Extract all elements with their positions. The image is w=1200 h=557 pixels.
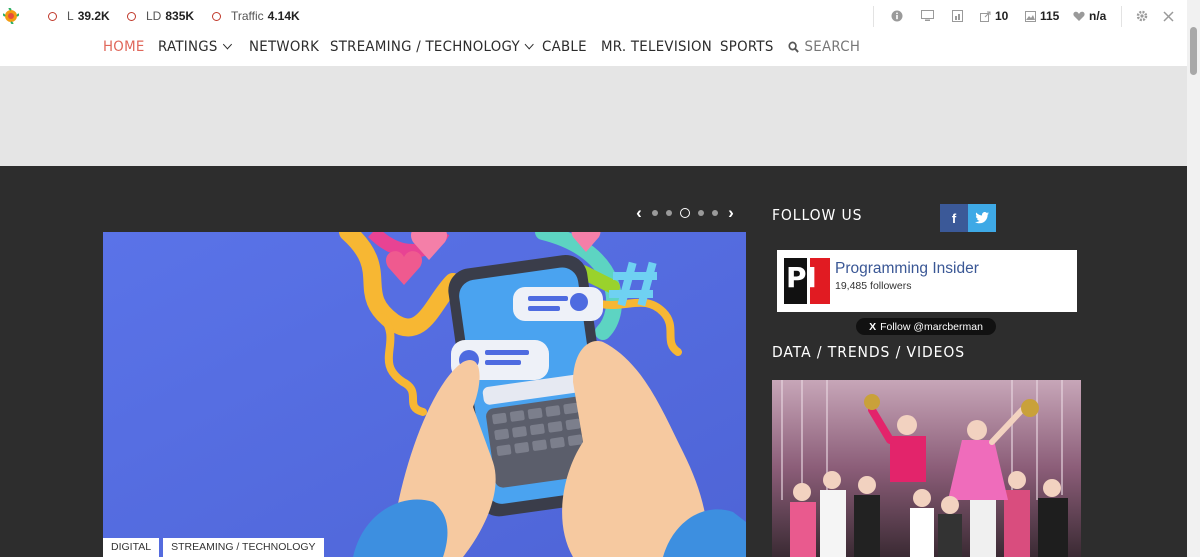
- slider-dot[interactable]: [652, 210, 658, 216]
- nav-mr-television[interactable]: MR. TELEVISION: [601, 39, 712, 55]
- metric-l[interactable]: L 39.2K: [48, 9, 110, 23]
- external-links-stat[interactable]: 10: [980, 9, 1008, 23]
- slider-controls: ‹ ›: [634, 204, 736, 221]
- twitter-button[interactable]: [968, 204, 996, 232]
- status-ring-icon: [127, 11, 136, 21]
- nav-network[interactable]: NETWORK: [249, 39, 319, 55]
- ad-placeholder: [0, 66, 1187, 166]
- programming-insider-logo: PI: [784, 258, 830, 304]
- celebration-photo: [772, 380, 1081, 557]
- nav-home[interactable]: HOME: [103, 39, 145, 55]
- images-stat[interactable]: 115: [1025, 9, 1059, 23]
- page-scrollbar[interactable]: [1187, 0, 1200, 557]
- hero-tags: DIGITAL STREAMING / TECHNOLOGY: [103, 538, 324, 557]
- facebook-icon: f: [951, 210, 957, 226]
- chevron-down-icon: [222, 39, 232, 50]
- divider: [1121, 6, 1122, 27]
- nav-ratings-label: RATINGS: [158, 39, 218, 55]
- slider-dot[interactable]: [712, 210, 718, 216]
- nav-streaming-label: STREAMING / TECHNOLOGY: [330, 39, 520, 55]
- x-follow-label: Follow @marcberman: [880, 320, 983, 333]
- tag-digital[interactable]: DIGITAL: [103, 538, 160, 557]
- hero-image[interactable]: [103, 232, 746, 557]
- programming-insider-card[interactable]: PI Programming Insider 19,485 followers: [777, 250, 1077, 312]
- slider-dot-active[interactable]: [680, 208, 690, 218]
- slider-dot[interactable]: [698, 210, 704, 216]
- dancing-with-the-stars-photo[interactable]: [772, 380, 1081, 557]
- slider-dot[interactable]: [666, 210, 672, 216]
- page-icon[interactable]: [950, 9, 964, 23]
- x-logo-icon: X: [869, 320, 877, 333]
- gear-icon[interactable]: [1135, 9, 1149, 23]
- nav-ratings[interactable]: RATINGS: [158, 39, 232, 55]
- tag-streaming-technology[interactable]: STREAMING / TECHNOLOGY: [163, 538, 324, 557]
- stat-value: n/a: [1089, 9, 1107, 23]
- seo-toolbar: L 39.2K LD 835K Traffic 4.14K 10 115 n/a: [0, 0, 1187, 34]
- twitter-bird-icon: [975, 212, 989, 224]
- status-ring-icon: [212, 11, 221, 21]
- divider: [873, 6, 874, 27]
- data-trends-videos-heading: DATA / TRENDS / VIDEOS: [772, 343, 965, 361]
- follow-us-heading: FOLLOW US: [772, 206, 863, 224]
- image-icon: [1025, 10, 1036, 22]
- search-icon: [788, 41, 799, 53]
- metric-value: 39.2K: [77, 9, 110, 23]
- status-ring-icon: [48, 11, 57, 21]
- main-navigation: HOME RATINGS NETWORK STREAMING / TECHNOL…: [0, 33, 1187, 66]
- stat-value: 10: [995, 9, 1009, 23]
- chevron-right-icon[interactable]: ›: [726, 204, 736, 221]
- card-followers: 19,485 followers: [835, 280, 912, 292]
- stat-value: 115: [1040, 9, 1060, 23]
- close-icon[interactable]: [1161, 9, 1175, 23]
- health-stat[interactable]: n/a: [1073, 9, 1106, 23]
- metric-ld[interactable]: LD 835K: [127, 9, 194, 23]
- card-title[interactable]: Programming Insider: [835, 260, 979, 278]
- metric-traffic[interactable]: Traffic 4.14K: [212, 9, 300, 23]
- x-follow-button[interactable]: X Follow @marcberman: [856, 318, 996, 335]
- seo-extension-logo-icon[interactable]: [3, 8, 19, 24]
- nav-cable[interactable]: CABLE: [542, 39, 587, 55]
- info-icon[interactable]: [890, 9, 904, 23]
- monitor-icon[interactable]: [920, 9, 934, 23]
- scrollbar-thumb[interactable]: [1190, 27, 1197, 75]
- metric-label: L: [67, 9, 74, 23]
- metric-value: 4.14K: [267, 9, 300, 23]
- external-link-icon: [980, 11, 991, 22]
- search-label: SEARCH: [804, 39, 861, 55]
- phone-hand-illustration: [103, 232, 746, 557]
- metric-value: 835K: [165, 9, 195, 23]
- facebook-button[interactable]: f: [940, 204, 968, 232]
- nav-sports[interactable]: SPORTS: [720, 39, 774, 55]
- metric-label: LD: [146, 9, 162, 23]
- nav-streaming-technology[interactable]: STREAMING / TECHNOLOGY: [330, 39, 535, 55]
- pi-logo-letters: PI: [786, 261, 817, 294]
- heart-icon: [1073, 11, 1085, 21]
- nav-search[interactable]: SEARCH: [788, 39, 860, 55]
- metric-label: Traffic: [231, 9, 264, 23]
- chevron-left-icon[interactable]: ‹: [634, 204, 644, 221]
- chevron-down-icon: [525, 39, 535, 50]
